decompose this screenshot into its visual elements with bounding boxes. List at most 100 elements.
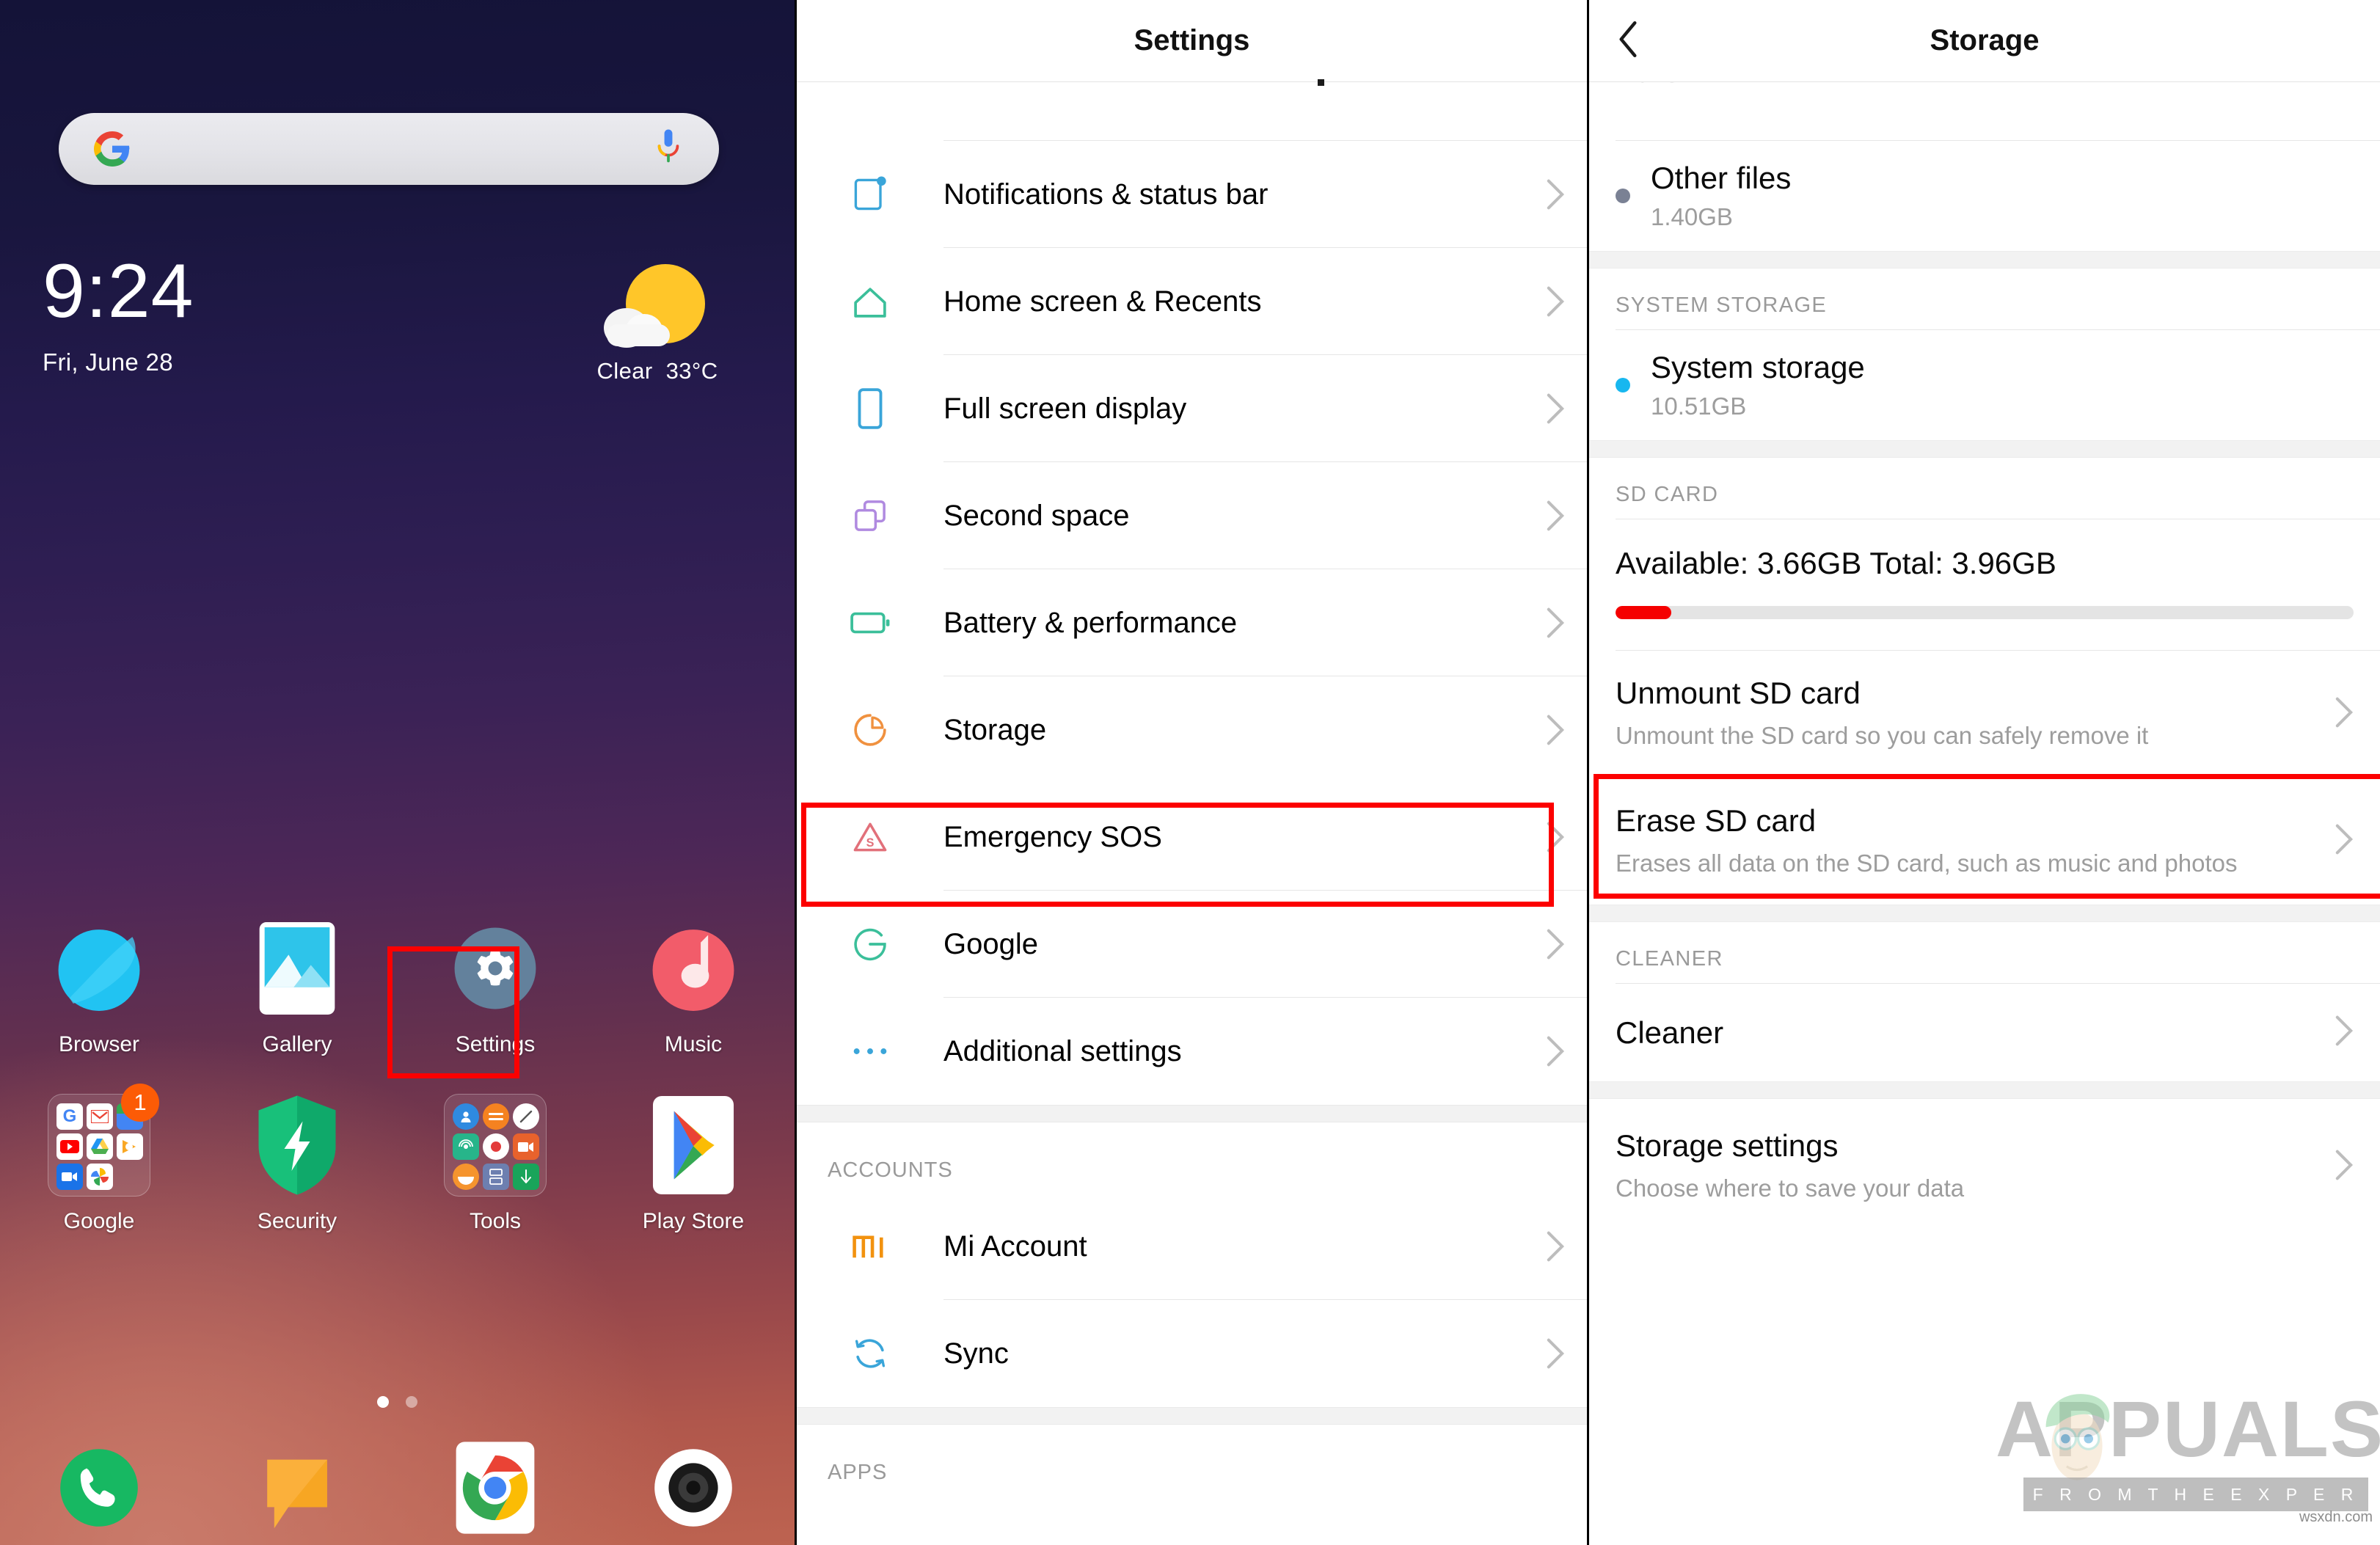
page-indicator xyxy=(0,1396,795,1411)
dock-messaging[interactable] xyxy=(198,1442,396,1538)
app-security[interactable]: Security xyxy=(198,1090,396,1234)
dock-chrome[interactable] xyxy=(396,1442,594,1538)
storage-row-label: Cleaner xyxy=(1616,1015,1724,1050)
storage-row-cleaner[interactable]: Cleaner xyxy=(1589,984,2380,1081)
app-folder-tools[interactable]: Tools xyxy=(396,1090,594,1234)
settings-header: Settings xyxy=(797,0,1587,82)
storage-row-system-storage[interactable]: System storage 10.51GB xyxy=(1589,330,2380,440)
app-label: Music xyxy=(664,1032,723,1056)
settings-row-home-screen[interactable]: Home screen & Recents xyxy=(797,248,1587,355)
settings-row-mi-account[interactable]: Mi Account xyxy=(797,1193,1587,1300)
settings-row-label: Google xyxy=(943,927,1038,960)
page-dot-active[interactable] xyxy=(377,1396,390,1408)
play-store-icon xyxy=(594,1090,792,1200)
settings-row-full-screen-display[interactable]: Full screen display xyxy=(797,355,1587,462)
settings-row-sync[interactable]: Sync xyxy=(797,1300,1587,1407)
watermark-tagline-bar: F R O M T H E E X P E R T S ! xyxy=(2023,1478,2368,1538)
google-search-bar[interactable] xyxy=(59,113,719,185)
settings-row-battery[interactable]: Battery & performance xyxy=(797,569,1587,676)
app-browser[interactable]: Browser xyxy=(0,913,198,1057)
chevron-right-icon xyxy=(1524,714,1587,746)
page-dot-inactive[interactable] xyxy=(405,1396,417,1408)
storage-row-label: Unmount SD card xyxy=(1616,676,1861,710)
google-g-icon xyxy=(94,131,131,167)
ellipsis-icon xyxy=(797,1044,943,1059)
dock xyxy=(0,1442,795,1538)
settings-row-notifications[interactable]: Notifications & status bar xyxy=(797,141,1587,248)
two-rectangles-icon xyxy=(797,497,943,534)
app-play-store[interactable]: Play Store xyxy=(594,1090,792,1234)
dock-phone[interactable] xyxy=(0,1442,198,1538)
settings-row-google[interactable]: Google xyxy=(797,891,1587,998)
settings-row-label: Battery & performance xyxy=(943,606,1238,639)
section-header-cleaner: CLEANER xyxy=(1616,947,1723,971)
app-folder-google[interactable]: G 1 Google xyxy=(0,1084,198,1234)
app-music[interactable]: Music xyxy=(594,913,792,1057)
chevron-right-icon xyxy=(2335,823,2354,859)
google-g-outline-icon xyxy=(797,925,943,963)
page-title: Storage xyxy=(1930,24,2040,56)
phone-outline-icon xyxy=(797,387,943,430)
watermark-brand: APPUALS xyxy=(1996,1384,2380,1473)
storage-row-unmount-sd-card[interactable]: Unmount SD card Unmount the SD card so y… xyxy=(1589,651,2380,778)
chevron-right-icon xyxy=(2335,696,2354,732)
sync-circle-icon xyxy=(797,1334,943,1373)
storage-header: Storage xyxy=(1589,0,2380,82)
settings-row-label: Storage xyxy=(943,713,1047,746)
security-shield-icon xyxy=(198,1090,396,1200)
section-gap xyxy=(797,1105,1587,1122)
settings-row-storage[interactable]: Storage xyxy=(797,676,1587,784)
chevron-right-icon xyxy=(1524,821,1587,853)
app-settings[interactable]: Settings xyxy=(396,913,594,1057)
chevron-right-icon xyxy=(1524,1337,1587,1370)
google-folder-icon: G 1 xyxy=(0,1084,198,1200)
weather-condition: Clear xyxy=(596,358,653,384)
chevron-right-icon xyxy=(1524,928,1587,960)
chevron-right-icon xyxy=(1524,285,1587,318)
sos-triangle-icon: S xyxy=(797,820,943,854)
chevron-left-icon[interactable] xyxy=(1617,20,1639,62)
app-label: Google xyxy=(63,1209,135,1233)
chevron-right-icon xyxy=(2335,1149,2354,1185)
section-gap xyxy=(797,1407,1587,1425)
settings-row-label: Additional settings xyxy=(943,1034,1182,1067)
browser-icon xyxy=(0,913,198,1023)
home-screen-panel: 9:24 Fri, June 28 Clear 33°C Browser Gal… xyxy=(0,0,795,1545)
weather-temperature: 33°C xyxy=(665,358,718,384)
watermark-mascot-icon xyxy=(2037,1388,2117,1485)
settings-row-emergency-sos[interactable]: S Emergency SOS xyxy=(797,784,1587,891)
microphone-icon[interactable] xyxy=(654,128,682,169)
settings-row-label: Full screen display xyxy=(943,392,1187,425)
app-gallery[interactable]: Gallery xyxy=(198,913,396,1057)
settings-list: Notifications & status bar Home screen &… xyxy=(797,79,1587,1495)
weather-widget[interactable]: Clear 33°C xyxy=(558,264,756,384)
storage-row-other-files[interactable]: Other files 1.40GB xyxy=(1589,141,2380,251)
settings-row-label: Mi Account xyxy=(943,1230,1087,1263)
storage-row-erase-sd-card[interactable]: Erase SD card Erases all data on the SD … xyxy=(1589,778,2380,905)
section-header-sd-card: SD CARD xyxy=(1616,483,1719,506)
clock-widget[interactable]: 9:24 Fri, June 28 xyxy=(43,253,194,376)
sd-card-usage-bar xyxy=(1616,606,2354,619)
sun-behind-cloud-icon xyxy=(558,264,756,352)
section-gap xyxy=(1589,1081,2380,1100)
sd-card-summary: Available: 3.66GB Total: 3.96GB xyxy=(1616,546,2056,580)
storage-row-description: Erases all data on the SD card, such as … xyxy=(1616,849,2238,877)
battery-outline-icon xyxy=(797,610,943,636)
clock-time: 9:24 xyxy=(43,249,194,334)
chevron-right-icon xyxy=(1524,607,1587,639)
dock-camera[interactable] xyxy=(594,1442,792,1538)
svg-text:S: S xyxy=(866,836,875,850)
chevron-right-icon xyxy=(1524,178,1587,211)
notification-badge: 1 xyxy=(121,1084,159,1122)
settings-row-second-space[interactable]: Second space xyxy=(797,462,1587,569)
section-gap xyxy=(1589,251,2380,269)
app-label: Tools xyxy=(469,1209,522,1233)
settings-row-additional-settings[interactable]: Additional settings xyxy=(797,998,1587,1105)
clock-date: Fri, June 28 xyxy=(43,348,173,376)
storage-row-size: 1.40GB xyxy=(1651,203,1733,230)
storage-row-storage-settings[interactable]: Storage settings Choose where to save yo… xyxy=(1589,1099,2380,1230)
settings-panel: Settings Notifications & status bar Home… xyxy=(795,0,1587,1545)
notification-box-icon xyxy=(797,174,943,215)
section-header-accounts: ACCOUNTS xyxy=(828,1158,953,1182)
settings-gear-icon xyxy=(396,913,594,1023)
